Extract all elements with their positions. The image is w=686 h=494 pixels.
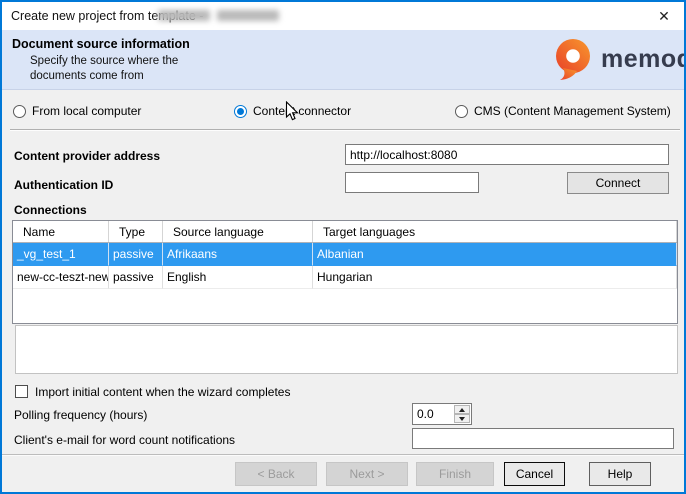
- authentication-id-input[interactable]: [345, 172, 479, 193]
- connections-table[interactable]: Name Type Source language Target languag…: [12, 220, 678, 324]
- radio-icon[interactable]: [13, 105, 26, 118]
- connections-label: Connections: [14, 203, 87, 217]
- client-email-label: Client's e-mail for word count notificat…: [14, 433, 235, 447]
- spinner-buttons: [454, 405, 470, 423]
- cell-target-languages[interactable]: Hungarian: [313, 266, 677, 289]
- close-icon[interactable]: ✕: [652, 6, 676, 26]
- authentication-id-label: Authentication ID: [14, 178, 113, 192]
- page-subtitle-line1: Specify the source where the: [30, 55, 178, 67]
- connect-button[interactable]: Connect: [567, 172, 669, 194]
- redacted-title-text: [158, 10, 210, 21]
- cell-type[interactable]: passive: [109, 266, 163, 289]
- redacted-title-text: [217, 10, 279, 21]
- finish-button[interactable]: Finish: [416, 462, 494, 486]
- memoq-wordmark: memoq: [601, 45, 686, 74]
- page-subtitle-line2: documents come from: [30, 70, 144, 82]
- cell-target-languages[interactable]: Albanian: [313, 243, 677, 266]
- create-project-dialog: Create new project from template - ✕ Doc…: [0, 0, 686, 494]
- page-title: Document source information: [12, 37, 190, 51]
- polling-frequency-label: Polling frequency (hours): [14, 408, 147, 422]
- polling-frequency-value[interactable]: 0.0: [417, 407, 434, 421]
- cancel-button[interactable]: Cancel: [504, 462, 565, 486]
- cell-name[interactable]: _vg_test_1: [13, 243, 109, 266]
- provider-address-label: Content provider address: [14, 149, 160, 163]
- cell-name[interactable]: new-cc-teszt-new: [13, 266, 109, 289]
- column-header-source-language[interactable]: Source language: [163, 221, 313, 242]
- next-button[interactable]: Next >: [326, 462, 408, 486]
- radio-icon[interactable]: [455, 105, 468, 118]
- spinner-down-button[interactable]: [454, 414, 470, 423]
- table-row-selected[interactable]: _vg_test_1 passive Afrikaans Albanian: [13, 243, 677, 266]
- radio-label[interactable]: From local computer: [32, 104, 141, 118]
- connection-details-panel: [15, 325, 678, 374]
- polling-frequency-stepper[interactable]: 0.0: [412, 403, 472, 425]
- title-bar: Create new project from template - ✕: [2, 2, 684, 30]
- radio-selected-icon[interactable]: [234, 105, 247, 118]
- column-header-name[interactable]: Name: [13, 221, 109, 242]
- cell-source-language[interactable]: English: [163, 266, 313, 289]
- separator: [10, 129, 680, 131]
- down-arrow-icon: [459, 417, 465, 421]
- spinner-up-button[interactable]: [454, 405, 470, 414]
- help-button[interactable]: Help: [589, 462, 651, 486]
- provider-address-input[interactable]: [345, 144, 669, 165]
- cell-type[interactable]: passive: [109, 243, 163, 266]
- radio-label[interactable]: Content connector: [253, 104, 351, 118]
- memoq-logo: memoq: [551, 36, 677, 84]
- memoq-q-icon: [551, 36, 597, 84]
- table-header-row: Name Type Source language Target languag…: [13, 221, 677, 243]
- wizard-header: Document source information Specify the …: [2, 30, 684, 90]
- table-row[interactable]: new-cc-teszt-new passive English Hungari…: [13, 266, 677, 289]
- import-initial-content-label: Import initial content when the wizard c…: [35, 385, 290, 399]
- back-button[interactable]: < Back: [235, 462, 317, 486]
- mouse-cursor-icon: [285, 101, 300, 125]
- column-header-type[interactable]: Type: [109, 221, 163, 242]
- cell-source-language[interactable]: Afrikaans: [163, 243, 313, 266]
- column-header-target-languages[interactable]: Target languages: [313, 221, 677, 242]
- footer-separator: [2, 454, 684, 456]
- client-email-input[interactable]: [412, 428, 674, 449]
- import-initial-content-checkbox[interactable]: [15, 385, 28, 398]
- up-arrow-icon: [459, 408, 465, 412]
- radio-label[interactable]: CMS (Content Management System): [474, 104, 671, 118]
